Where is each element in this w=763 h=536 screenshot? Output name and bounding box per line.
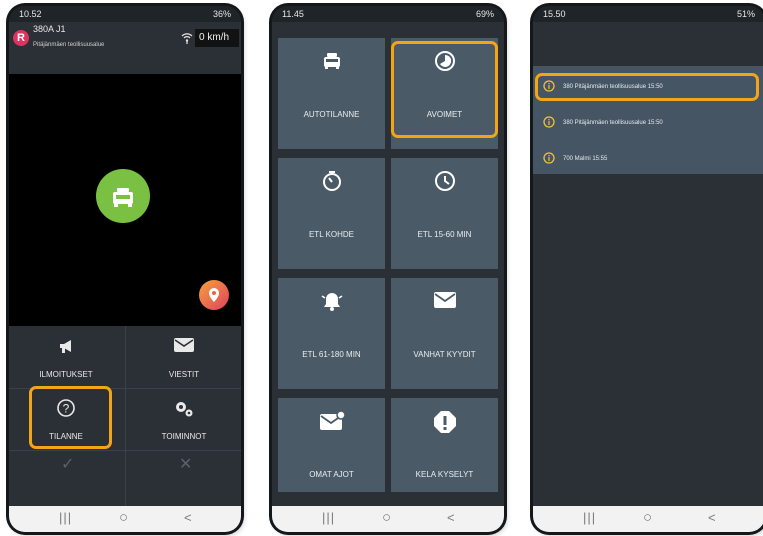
battery-level: 69% [475,9,494,19]
highlight-box [29,386,112,449]
envelope-icon [391,290,498,314]
tile-label: OMAT AJOT [309,470,354,479]
status-bar: 11.45 69% [272,6,504,22]
divider [125,326,126,506]
status-time: 10.52 [19,9,42,19]
recent-apps-icon[interactable]: ||| [59,510,72,525]
location-button[interactable] [199,280,229,310]
vehicle-id: 380A J1 [33,24,66,34]
menu-label: TOIMINNOT [161,432,207,441]
avatar[interactable]: R [13,30,29,46]
tile-label: VANHAT KYYDIT [413,350,476,359]
recent-apps-icon[interactable]: ||| [322,510,335,525]
android-nav-bar: ||| ○ < [9,506,241,532]
megaphone-icon [11,336,121,358]
taxi-status-button[interactable] [96,169,150,223]
check-icon[interactable]: ✓ [61,454,74,474]
recent-apps-icon[interactable]: ||| [583,510,596,525]
tile-etl-15-60[interactable]: ETL 15-60 MIN [391,158,498,269]
back-icon[interactable]: < [708,510,716,525]
area-name: Pitäjänmäen teollisuusalue [33,42,105,48]
home-icon[interactable]: ○ [382,509,391,526]
timer-icon [278,170,385,194]
info-icon [543,152,555,166]
phone-screen-menu: 11.45 69% AUTOTILANNE AVOIMET ETL KOHDE … [272,6,504,532]
status-time: 11.45 [282,9,304,19]
phone-screen-status: 10.52 36% R 380A J1 Pitäjänmäen teollisu… [9,6,241,532]
tile-label: ETL KOHDE [308,230,355,239]
info-icon [543,116,555,130]
bell-icon [278,290,385,314]
status-bar: 10.52 36% [9,6,241,22]
location-pin-icon [209,288,219,302]
status-bar: 15.50 51% [533,6,763,22]
home-icon[interactable]: ○ [119,509,128,526]
tile-label: ETL 15-60 MIN [417,230,472,239]
tile-omat-ajot[interactable]: OMAT AJOT [278,398,385,492]
menu-label: VIESTIT [168,370,200,379]
taxi-icon [113,188,133,207]
signal-icon [181,32,193,47]
speed-readout: 0 km/h [195,29,239,47]
menu-viestit[interactable]: VIESTIT [129,328,239,388]
taxi-icon [278,50,385,74]
alert-icon [391,410,498,434]
close-icon[interactable]: ✕ [179,454,192,474]
alert-item[interactable]: 700 Malmi 15:55 [537,148,761,170]
alert-text: 700 Malmi 15:55 [563,156,608,162]
tile-vanhat-kyydit[interactable]: VANHAT KYYDIT [391,278,498,389]
tile-label: KELA KYSELYT [415,470,474,479]
envelope-badge-icon [278,410,385,434]
phone-screen-alerts: 15.50 51% 380 Pitäjänmäen teollisuusalue… [533,6,763,532]
tile-etl-kohde[interactable]: ETL KOHDE [278,158,385,269]
menu-label: ILMOITUKSET [39,370,93,379]
android-nav-bar: ||| ○ < [533,506,763,532]
alert-item[interactable]: 380 Pitäjänmäen teollisuusalue 15:50 [537,112,761,134]
battery-level: 51% [736,9,755,19]
back-icon[interactable]: < [184,510,192,525]
tile-label: ETL 61-180 MIN [302,350,361,359]
gears-icon [129,398,239,420]
alert-text: 380 Pitäjänmäen teollisuusalue 15:50 [563,120,663,126]
menu-toiminnot[interactable]: TOIMINNOT [129,390,239,450]
battery-level: 36% [212,9,231,19]
header: R 380A J1 Pitäjänmäen teollisuusalue 0 k… [9,22,241,74]
tile-autotilanne[interactable]: AUTOTILANNE [278,38,385,149]
menu-ilmoitukset[interactable]: ILMOITUKSET [11,328,121,388]
clock-icon [391,170,498,194]
map-area[interactable] [9,74,241,326]
tile-kela-kyselyt[interactable]: KELA KYSELYT [391,398,498,492]
highlight-box [535,73,759,101]
tile-label: AUTOTILANNE [303,110,360,119]
android-nav-bar: ||| ○ < [272,506,504,532]
tile-etl-61-180[interactable]: ETL 61-180 MIN [278,278,385,389]
highlight-box [391,41,498,138]
back-icon[interactable]: < [447,510,455,525]
home-icon[interactable]: ○ [643,509,652,526]
status-time: 15.50 [543,9,566,19]
envelope-icon [129,336,239,358]
